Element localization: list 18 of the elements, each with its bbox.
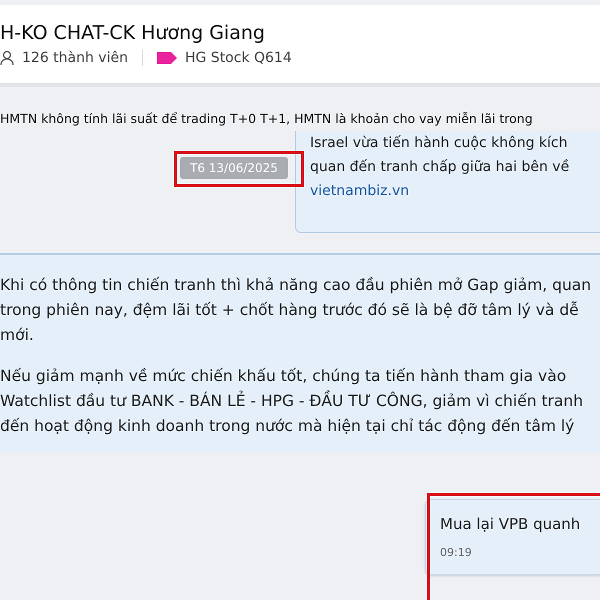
message-line: Nếu giảm mạnh về mức chiến khấu tốt, chúng ta tiến hành tham gia vào — [0, 366, 568, 387]
message-line: Watchlist đầu tư BANK - BÁN LẺ - HPG - ĐẦU TƯ CÔNG, giảm vì chiến tranh — [0, 389, 584, 412]
link-source[interactable]: vietnambiz.vn — [310, 181, 600, 201]
group-tag[interactable]: HG Stock Q614 — [184, 50, 292, 66]
link-preview-text: Israel vừa tiến hành cuộc không kích — [310, 134, 568, 153]
members-icon — [0, 50, 14, 66]
message-line: trong phiên nay, đệm lãi tốt + chốt hàng trước đó sẽ là bệ đỡ tâm lý và dễ — [0, 300, 580, 321]
link-preview-text: quan đến tranh chấp giữa hai bên về — [310, 158, 570, 177]
message-text: HMTN không tính lãi suất để trading T+0 T+1, HMTN là khoản cho vay miễn lãi trong — [0, 111, 533, 126]
link-preview-card[interactable]: Israel vừa tiến hành cuộc không kích quan đến tranh chấp giữa hai bên về vietnambiz.vn — [295, 131, 600, 233]
message-line: Khi có thông tin chiến tranh thì khả năng cao đầu phiên mở Gap giảm, quan — [0, 275, 592, 296]
message-line: mới. — [0, 325, 35, 346]
message-line: đến hoạt động kinh doanh trong nước mà hiện tại chỉ tác động đến tâm lý — [0, 416, 576, 437]
group-title: H-KO CHAT-CK Hương Giang — [0, 22, 266, 44]
member-count[interactable]: 126 thành viên — [22, 50, 128, 66]
message-time: 09:19 — [440, 546, 473, 560]
date-badge: T6 13/06/2025 — [180, 157, 288, 179]
message-text: Mua lại VPB quanh — [440, 514, 582, 534]
